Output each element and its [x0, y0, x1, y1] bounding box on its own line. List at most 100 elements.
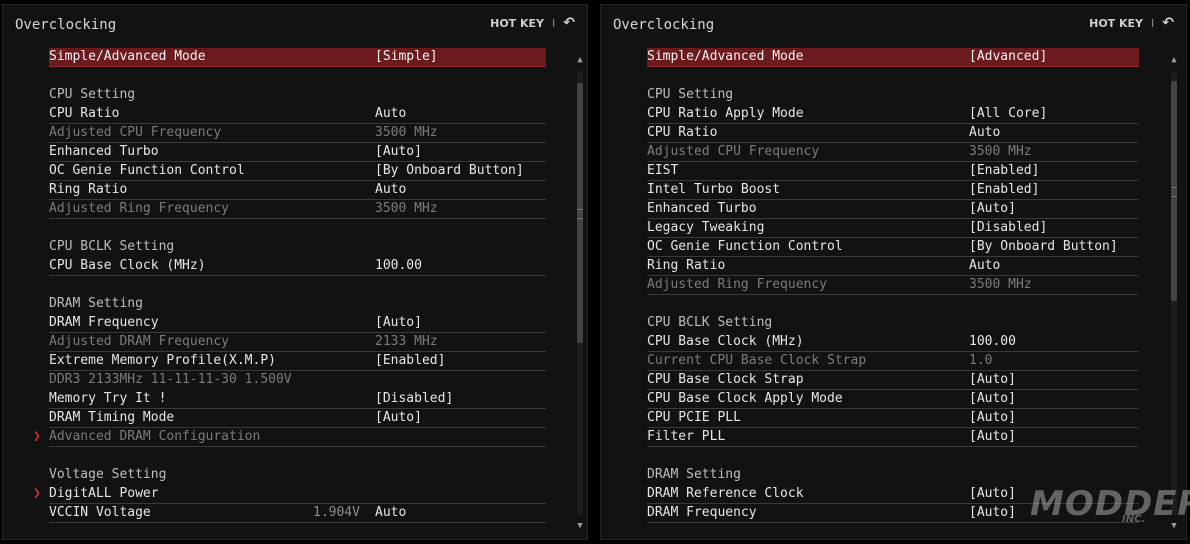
setting-row[interactable]: CPU Ratio Auto: [49, 105, 546, 124]
section-heading: CPU BCLK Setting: [601, 314, 1186, 333]
setting-label: Adjusted Ring Frequency: [647, 277, 828, 292]
setting-row: Adjusted Ring Frequency 3500 MHz: [49, 200, 546, 219]
setting-value[interactable]: Auto: [969, 257, 1000, 275]
setting-value[interactable]: Auto: [375, 181, 406, 199]
setting-value[interactable]: [All Core]: [969, 105, 1047, 123]
setting-value[interactable]: [Auto]: [969, 504, 1016, 522]
setting-value[interactable]: [By Onboard Button]: [969, 238, 1118, 256]
setting-row[interactable]: CPU Ratio Auto: [647, 124, 1139, 143]
gap-row: [3, 447, 587, 466]
setting-row[interactable]: ❯ DigitALL Power: [33, 485, 546, 504]
gap-row: [601, 295, 1186, 314]
setting-row[interactable]: CPU Ratio Apply Mode [All Core]: [647, 105, 1139, 124]
setting-row[interactable]: ❯ Advanced DRAM Configuration: [33, 428, 546, 447]
setting-row[interactable]: Ring Ratio Auto: [647, 257, 1139, 276]
setting-label: Voltage Setting: [49, 467, 167, 482]
setting-value[interactable]: 1.0: [969, 352, 992, 370]
setting-value[interactable]: 3500 MHz: [375, 124, 438, 142]
section-heading: DRAM Setting: [3, 295, 587, 314]
mode-selector-row[interactable]: Simple/Advanced Mode [Simple]: [49, 48, 546, 67]
setting-label: DRAM Reference Clock: [647, 486, 804, 501]
setting-value[interactable]: [Disabled]: [969, 219, 1047, 237]
setting-label: CPU Base Clock Strap: [647, 372, 804, 387]
scroll-thumb[interactable]: [577, 83, 583, 343]
setting-value[interactable]: [Simple]: [375, 48, 438, 66]
scroll-track[interactable]: [577, 71, 583, 515]
setting-value[interactable]: Auto: [375, 105, 406, 123]
setting-value[interactable]: Auto: [375, 504, 406, 522]
setting-row[interactable]: CPU PCIE PLL [Auto]: [647, 409, 1139, 428]
gap-row: [601, 447, 1186, 466]
setting-value[interactable]: [By Onboard Button]: [375, 162, 524, 180]
setting-value[interactable]: Auto: [969, 124, 1000, 142]
setting-value[interactable]: 3500 MHz: [969, 143, 1032, 161]
left-panel: Overclocking HOT KEY I ↶ Simple/Advanced…: [2, 4, 588, 540]
setting-label: DRAM Frequency: [49, 315, 159, 330]
setting-label: CPU BCLK Setting: [49, 239, 175, 254]
setting-row[interactable]: Ring Ratio Auto: [49, 181, 546, 200]
scroll-track[interactable]: [1171, 71, 1177, 515]
setting-row[interactable]: OC Genie Function Control [By Onboard But…: [647, 238, 1139, 257]
setting-row[interactable]: DRAM Timing Mode [Auto]: [49, 409, 546, 428]
setting-value[interactable]: 100.00: [375, 257, 422, 275]
setting-label: Simple/Advanced Mode: [49, 49, 206, 64]
setting-row[interactable]: Enhanced Turbo [Auto]: [49, 143, 546, 162]
setting-row[interactable]: CPU Base Clock Apply Mode [Auto]: [647, 390, 1139, 409]
setting-value[interactable]: [Auto]: [969, 200, 1016, 218]
hotkey-button[interactable]: HOT KEY: [1089, 17, 1143, 30]
scroll-thumb[interactable]: [1171, 81, 1177, 301]
scroll-up-icon[interactable]: ▲: [1167, 55, 1181, 65]
scroll-down-icon[interactable]: ▼: [573, 521, 587, 531]
setting-value[interactable]: 3500 MHz: [969, 276, 1032, 294]
setting-row[interactable]: EIST [Enabled]: [647, 162, 1139, 181]
setting-label: Filter PLL: [647, 429, 726, 444]
mode-selector-row[interactable]: Simple/Advanced Mode [Advanced]: [647, 48, 1139, 67]
setting-row[interactable]: Extreme Memory Profile(X.M.P) [Enabled]: [49, 352, 546, 371]
setting-row[interactable]: Intel Turbo Boost [Enabled]: [647, 181, 1139, 200]
setting-row[interactable]: CPU Base Clock (MHz) 100.00: [647, 333, 1139, 352]
setting-value[interactable]: [Auto]: [969, 390, 1016, 408]
setting-value[interactable]: [Auto]: [969, 371, 1016, 389]
scroll-up-icon[interactable]: ▲: [573, 55, 587, 65]
setting-value[interactable]: [Enabled]: [969, 162, 1039, 180]
setting-value[interactable]: [Enabled]: [375, 352, 445, 370]
setting-row[interactable]: CPU Base Clock (MHz) 100.00: [49, 257, 546, 276]
setting-row[interactable]: Legacy Tweaking [Disabled]: [647, 219, 1139, 238]
setting-row[interactable]: Enhanced Turbo [Auto]: [647, 200, 1139, 219]
setting-row[interactable]: VCCIN Voltage 1.904V Auto: [49, 504, 546, 523]
hotkey-area: HOT KEY I ↶: [490, 15, 575, 31]
setting-value[interactable]: 100.00: [969, 333, 1016, 351]
gap-row: [3, 276, 587, 295]
setting-value[interactable]: [Auto]: [375, 409, 422, 427]
info-text-row: DDR3 2133MHz 11-11-11-30 1.500V: [3, 371, 587, 390]
setting-row[interactable]: CPU Base Clock Strap [Auto]: [647, 371, 1139, 390]
setting-value[interactable]: [Advanced]: [969, 48, 1047, 66]
back-icon[interactable]: ↶: [1162, 15, 1174, 31]
setting-row: Current CPU Base Clock Strap 1.0: [647, 352, 1139, 371]
setting-value[interactable]: [Auto]: [375, 314, 422, 332]
setting-row[interactable]: Filter PLL [Auto]: [647, 428, 1139, 447]
setting-value[interactable]: [Auto]: [375, 143, 422, 161]
back-icon[interactable]: ↶: [563, 15, 575, 31]
setting-value[interactable]: 2133 MHz: [375, 333, 438, 351]
setting-label: Simple/Advanced Mode: [647, 49, 804, 64]
hotkey-separator: I: [552, 16, 556, 30]
setting-value[interactable]: [Auto]: [969, 485, 1016, 503]
panel-title: Overclocking: [15, 17, 117, 33]
hotkey-button[interactable]: HOT KEY: [490, 17, 544, 30]
setting-label: Adjusted CPU Frequency: [647, 144, 820, 159]
grip-icon: [577, 209, 583, 219]
setting-row[interactable]: DRAM Frequency [Auto]: [49, 314, 546, 333]
scrollbar[interactable]: ▲ ▼: [1167, 55, 1181, 531]
setting-row[interactable]: OC Genie Function Control [By Onboard But…: [49, 162, 546, 181]
setting-row[interactable]: Memory Try It ! [Disabled]: [49, 390, 546, 409]
setting-label: CPU Ratio: [49, 106, 120, 121]
setting-value[interactable]: [Auto]: [969, 428, 1016, 446]
setting-value[interactable]: 3500 MHz: [375, 200, 438, 218]
setting-value[interactable]: [Disabled]: [375, 390, 453, 408]
scrollbar[interactable]: ▲ ▼: [573, 55, 587, 531]
setting-value[interactable]: [Enabled]: [969, 181, 1039, 199]
setting-label: Ring Ratio: [49, 182, 128, 197]
setting-label: Adjusted CPU Frequency: [49, 125, 222, 140]
setting-value[interactable]: [Auto]: [969, 409, 1016, 427]
